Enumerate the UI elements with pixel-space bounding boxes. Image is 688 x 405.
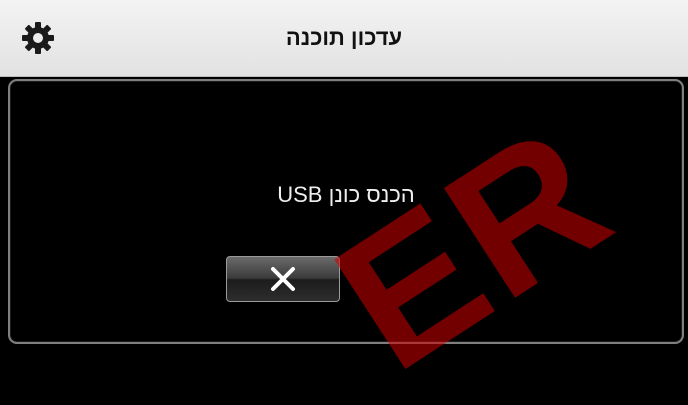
close-icon [271, 267, 295, 291]
close-button[interactable] [226, 256, 340, 302]
header-bar: עדכון תוכנה [0, 0, 688, 77]
usb-dialog: הכנס כונן USB [8, 79, 684, 344]
dialog-message: הכנס כונן USB [277, 182, 415, 207]
screen: עדכון תוכנה הכנס כונן USB ER [0, 0, 688, 405]
page-title: עדכון תוכנה [285, 25, 403, 50]
